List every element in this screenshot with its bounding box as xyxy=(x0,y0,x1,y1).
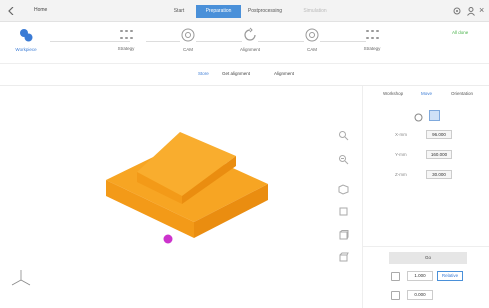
x-field-row: X-mm 96.000 xyxy=(395,130,485,141)
step-cam-2[interactable]: CAM xyxy=(292,27,332,63)
y-field-row: Y-mm 160.000 xyxy=(395,150,485,161)
rotate-mode-icon[interactable] xyxy=(413,110,424,122)
workpiece-scene xyxy=(106,132,268,244)
tab-simulation[interactable]: Simulation xyxy=(296,5,334,18)
subtab-store[interactable]: Store xyxy=(198,71,209,76)
step-alignment[interactable]: Alignment xyxy=(230,27,270,63)
panel-tab-move[interactable]: Move xyxy=(421,91,432,96)
status-text: All done xyxy=(452,30,469,35)
cam-icon xyxy=(181,28,195,42)
y-value-input[interactable]: 160.000 xyxy=(426,150,452,159)
go-button[interactable]: Go xyxy=(389,252,467,264)
tab-postprocessing[interactable]: Postprocessing xyxy=(243,5,287,18)
step-workpiece[interactable]: Workpiece xyxy=(6,27,46,63)
cam-icon xyxy=(305,28,319,42)
x-label: X-mm xyxy=(395,132,407,137)
step-label: Workpiece xyxy=(15,47,37,52)
strategy-icon xyxy=(365,30,379,42)
title-bar: Home Start Preparation Postprocessing Si… xyxy=(0,0,489,22)
move-mode-icon[interactable] xyxy=(429,110,440,121)
back-icon[interactable] xyxy=(8,7,14,15)
z-value-input[interactable]: 30.000 xyxy=(426,170,452,179)
z-field-row: Z-mm 30.000 xyxy=(395,170,485,181)
home-label[interactable]: Home xyxy=(34,7,47,13)
close-icon[interactable]: × xyxy=(479,6,487,15)
properties-panel: Workshop Move Orientation X-mm 96.000 Y-… xyxy=(362,86,489,308)
view-side-icon[interactable] xyxy=(338,230,349,241)
zoom-in-icon[interactable] xyxy=(338,130,349,141)
subtab-get-alignment[interactable]: Get alignment xyxy=(222,71,250,76)
offset-icon xyxy=(391,291,400,300)
step-size-input[interactable]: 1.000 xyxy=(407,271,433,281)
step-label: Strategy xyxy=(363,46,381,51)
view-top-icon[interactable] xyxy=(338,252,349,263)
step-label: CAM xyxy=(307,47,317,52)
offset-input[interactable]: 0.000 xyxy=(407,290,433,300)
y-label: Y-mm xyxy=(395,152,407,157)
origin-marker xyxy=(163,234,173,244)
relative-toggle[interactable]: Relative xyxy=(437,271,463,281)
step-label: Alignment xyxy=(239,47,260,52)
zoom-out-icon[interactable] xyxy=(338,154,349,165)
tab-preparation[interactable]: Preparation xyxy=(196,5,241,18)
x-value-input[interactable]: 96.000 xyxy=(426,130,452,139)
3d-viewport[interactable] xyxy=(0,86,362,308)
panel-tab-workshop[interactable]: Workshop xyxy=(383,91,403,96)
workpiece-icon xyxy=(20,29,33,42)
workflow-stepper: Workpiece Strategy CAM Alignment CAM Str… xyxy=(0,22,489,64)
view-iso-icon[interactable] xyxy=(338,184,349,195)
panel-tab-orientation[interactable]: Orientation xyxy=(451,91,473,96)
user-icon[interactable] xyxy=(466,6,476,16)
axis-triad-icon xyxy=(11,270,31,286)
panel-tabs: Workshop Move Orientation xyxy=(363,88,489,102)
strategy-icon xyxy=(119,30,133,42)
settings-icon[interactable] xyxy=(452,6,462,16)
sub-tab-bar: Store Get alignment Alignment xyxy=(0,64,489,86)
view-front-icon[interactable] xyxy=(338,206,349,217)
step-strategy-2[interactable]: Strategy xyxy=(352,27,392,63)
tab-start[interactable]: Start xyxy=(160,5,198,18)
step-label: CAM xyxy=(183,47,193,52)
panel-divider xyxy=(363,246,489,247)
step-cam[interactable]: CAM xyxy=(168,27,208,63)
z-label: Z-mm xyxy=(395,172,407,177)
step-size-icon xyxy=(391,272,400,281)
alignment-icon xyxy=(244,27,256,41)
step-label: Strategy xyxy=(117,46,135,51)
step-strategy[interactable]: Strategy xyxy=(106,27,146,63)
subtab-alignment[interactable]: Alignment xyxy=(274,71,294,76)
